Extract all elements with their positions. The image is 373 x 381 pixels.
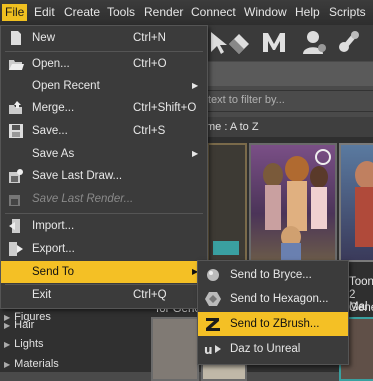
thumbnail-figures[interactable] <box>249 143 337 262</box>
menu-connect[interactable]: Connect <box>188 4 239 21</box>
category-hair[interactable]: ▶ Hair <box>4 316 34 334</box>
menu-item-label: Export... <box>32 243 75 255</box>
morph-tool-icon[interactable] <box>260 28 288 56</box>
sort-label: me : A to Z <box>206 121 259 133</box>
menu-create[interactable]: Create <box>61 4 103 21</box>
menu-item-label: Open Recent <box>32 80 100 92</box>
new-document-icon <box>11 31 21 45</box>
menu-window[interactable]: Window <box>241 4 290 21</box>
menu-item-label: Send to ZBrush... <box>230 318 320 330</box>
expand-arrow-icon: ▶ <box>4 360 11 369</box>
menu-item-label: New <box>32 32 56 44</box>
export-icon <box>9 242 23 256</box>
thumbnail[interactable] <box>151 317 199 381</box>
menu-separator <box>5 213 203 214</box>
send-to-submenu: Send to Bryce... Send to Hexagon... Send… <box>197 260 349 365</box>
menu-item-save[interactable]: Save... Ctrl+S <box>1 120 207 142</box>
menu-item-shortcut: Ctrl+Q <box>133 289 167 301</box>
menu-item-shortcut: Ctrl+S <box>133 125 166 137</box>
menu-item-send-to-hexagon[interactable]: Send to Hexagon... <box>198 287 348 311</box>
menu-item-save-last-render: Save Last Render... <box>1 188 207 210</box>
svg-text:u: u <box>204 343 213 357</box>
menu-item-exit[interactable]: Exit Ctrl+Q <box>1 284 207 306</box>
thumbnail-caption: Toon <box>349 276 373 288</box>
category-label: Lights <box>14 338 44 350</box>
eraser-tool-icon[interactable] <box>225 28 253 56</box>
figure-tool-icon[interactable] <box>300 28 328 56</box>
hexagon-icon <box>205 292 221 306</box>
menu-item-new[interactable]: New Ctrl+N <box>1 27 207 49</box>
menu-bar: File Edit Create Tools Render Connect Wi… <box>0 0 373 26</box>
category-materials[interactable]: ▶ Materials <box>4 355 59 373</box>
file-menu: New Ctrl+N Open... Ctrl+O Open Recent ▶ … <box>0 25 208 309</box>
menu-item-label: Save Last Render... <box>32 193 134 205</box>
menu-item-daz-to-unreal[interactable]: u Daz to Unreal <box>198 337 348 361</box>
category-label: Hair <box>14 319 35 331</box>
menu-item-label: Exit <box>32 289 52 301</box>
menu-item-label: Open... <box>32 58 70 70</box>
menu-item-label: Daz to Unreal <box>230 343 301 355</box>
menu-separator <box>5 51 203 52</box>
save-draw-icon <box>9 169 23 183</box>
submenu-arrow-icon: ▶ <box>192 81 199 90</box>
save-icon <box>9 124 23 138</box>
unreal-icon: u <box>204 343 221 357</box>
filter-placeholder: text to filter by... <box>208 94 285 106</box>
menu-tools[interactable]: Tools <box>104 4 138 21</box>
menu-item-shortcut: Ctrl+N <box>133 32 166 44</box>
menu-file[interactable]: File <box>2 4 28 21</box>
panel-tab-bar <box>206 62 373 86</box>
menu-item-label: Merge... <box>32 102 75 114</box>
thumbnail-caption: Gene <box>349 302 373 314</box>
menu-item-save-last-draw[interactable]: Save Last Draw... <box>1 165 207 187</box>
category-label: Materials <box>14 358 59 370</box>
menu-item-import[interactable]: Import... <box>1 215 207 237</box>
menu-item-label: Send to Bryce... <box>230 269 312 281</box>
save-render-icon <box>9 195 20 206</box>
menu-item-send-to[interactable]: Send To ▶ <box>1 261 207 283</box>
menu-help[interactable]: Help <box>292 4 323 21</box>
menu-item-export[interactable]: Export... <box>1 238 207 260</box>
menu-item-open-recent[interactable]: Open Recent ▶ <box>1 75 207 97</box>
menu-scripts[interactable]: Scripts <box>326 4 369 21</box>
joint-tool-icon[interactable] <box>335 28 363 56</box>
expand-arrow-icon: ▶ <box>4 321 11 330</box>
open-folder-icon <box>9 60 24 70</box>
menu-item-label: Save Last Draw... <box>32 170 123 182</box>
import-icon <box>9 219 20 233</box>
menu-item-save-as[interactable]: Save As ▶ <box>1 143 207 165</box>
menu-item-merge[interactable]: Merge... Ctrl+Shift+O <box>1 97 207 119</box>
menu-item-label: Import... <box>32 220 75 232</box>
bryce-icon <box>207 269 219 281</box>
thumbnail[interactable] <box>339 143 373 262</box>
menu-item-send-to-zbrush[interactable]: Send to ZBrush... <box>198 312 348 336</box>
menu-item-send-to-bryce[interactable]: Send to Bryce... <box>198 263 348 287</box>
expand-arrow-icon: ▶ <box>4 340 11 349</box>
menu-item-label: Send to Hexagon... <box>230 293 329 305</box>
category-list: ▶ Figures ▶ Hair ▶ Lights ▶ Materials <box>0 300 150 372</box>
menu-render[interactable]: Render <box>141 4 186 21</box>
menu-edit[interactable]: Edit <box>31 4 58 21</box>
category-lights[interactable]: ▶ Lights <box>4 335 44 353</box>
menu-item-label: Save As <box>32 148 75 160</box>
menu-item-open[interactable]: Open... Ctrl+O <box>1 53 207 75</box>
submenu-arrow-icon: ▶ <box>192 149 199 158</box>
merge-icon <box>9 101 22 114</box>
menu-item-label: Send To <box>32 266 74 278</box>
thumbnail[interactable] <box>207 143 247 262</box>
menu-item-shortcut: Ctrl+Shift+O <box>133 102 197 114</box>
zbrush-icon <box>206 318 220 331</box>
menu-item-label: Save... <box>32 125 68 137</box>
menu-item-shortcut: Ctrl+O <box>133 58 167 70</box>
